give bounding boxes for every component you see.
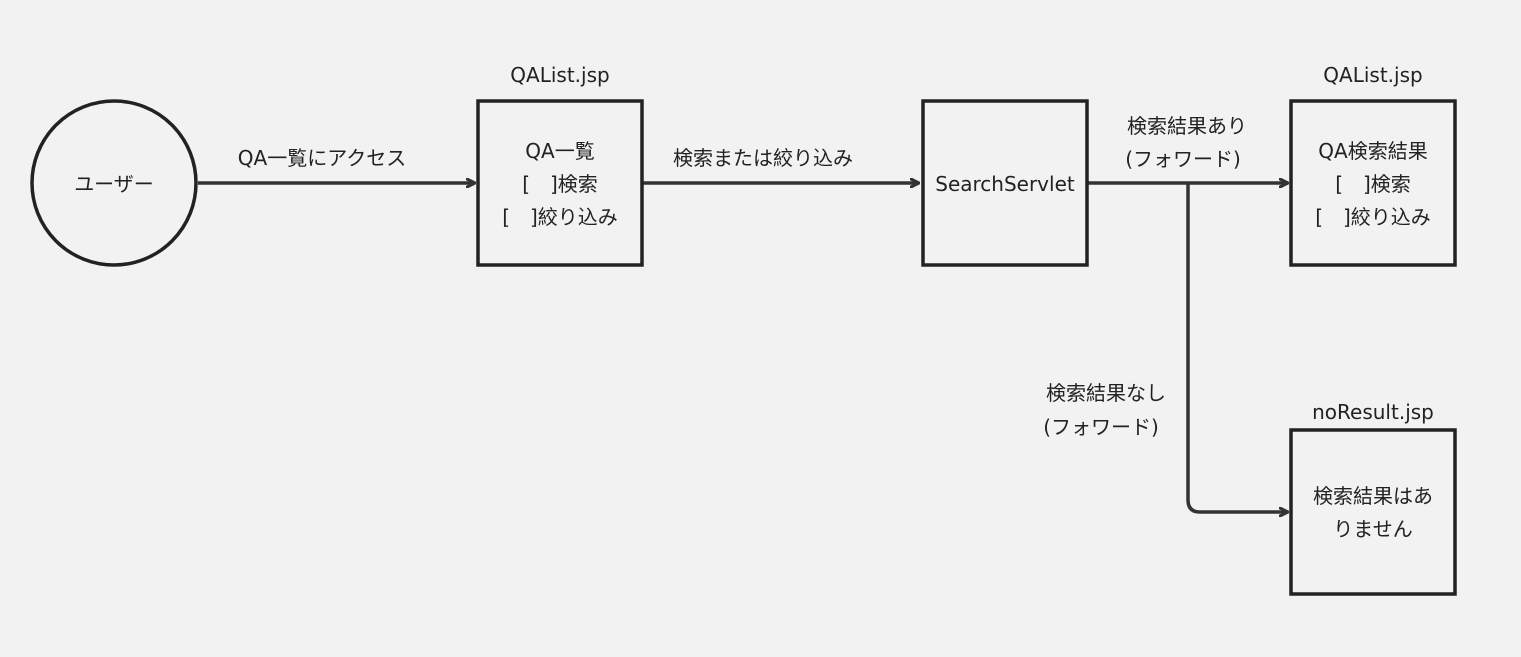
noresult-page-title: noResult.jsp: [1312, 400, 1434, 424]
edge-access-label: QA一覧にアクセス: [238, 146, 406, 170]
user-label: ユーザー: [74, 172, 154, 196]
qalist-page-title: QAList.jsp: [510, 63, 609, 87]
edge-not-found-label-line1: 検索結果なし: [1046, 381, 1166, 405]
edge-found-label-line2: (フォワード): [1125, 147, 1241, 171]
qalist-result-page-line-1: QA検索結果: [1318, 139, 1427, 163]
qalist-page-line-2: [ ]検索: [522, 172, 598, 196]
qalist-result-page-title: QAList.jsp: [1323, 63, 1422, 87]
flow-diagram: QA一覧にアクセス 検索または絞り込み 検索結果あり (フォワード) 検索結果な…: [30, 63, 1457, 596]
node-qalist-page: QAList.jsp QA一覧 [ ]検索 [ ]絞り込み: [476, 63, 644, 267]
noresult-page-line-1: 検索結果はあ: [1313, 484, 1433, 508]
edge-search-or-filter: 検索または絞り込み: [643, 146, 918, 183]
node-qalist-result-page: QAList.jsp QA検索結果 [ ]検索 [ ]絞り込み: [1289, 63, 1457, 267]
node-noresult-page: noResult.jsp 検索結果はあ りません: [1289, 400, 1457, 596]
noresult-page-line-2: りません: [1333, 517, 1412, 541]
qalist-page-line-1: QA一覧: [525, 139, 594, 163]
edge-not-found-label-line2: (フォワード): [1043, 415, 1159, 439]
qalist-result-page-line-2: [ ]検索: [1335, 172, 1411, 196]
edge-not-found-line: [1186, 183, 1287, 512]
qalist-page-line-3: [ ]絞り込み: [502, 205, 618, 229]
edge-found: 検索結果あり (フォワード): [1088, 114, 1287, 183]
edge-search-or-filter-label: 検索または絞り込み: [673, 146, 853, 170]
node-user: ユーザー: [30, 99, 198, 267]
qalist-result-page-line-3: [ ]絞り込み: [1315, 205, 1431, 229]
noresult-page-box: [1289, 428, 1457, 596]
search-servlet-label: SearchServlet: [935, 172, 1075, 196]
edge-access: QA一覧にアクセス: [198, 146, 474, 183]
node-search-servlet: SearchServlet: [921, 99, 1089, 267]
edge-found-label-line1: 検索結果あり: [1127, 114, 1247, 138]
